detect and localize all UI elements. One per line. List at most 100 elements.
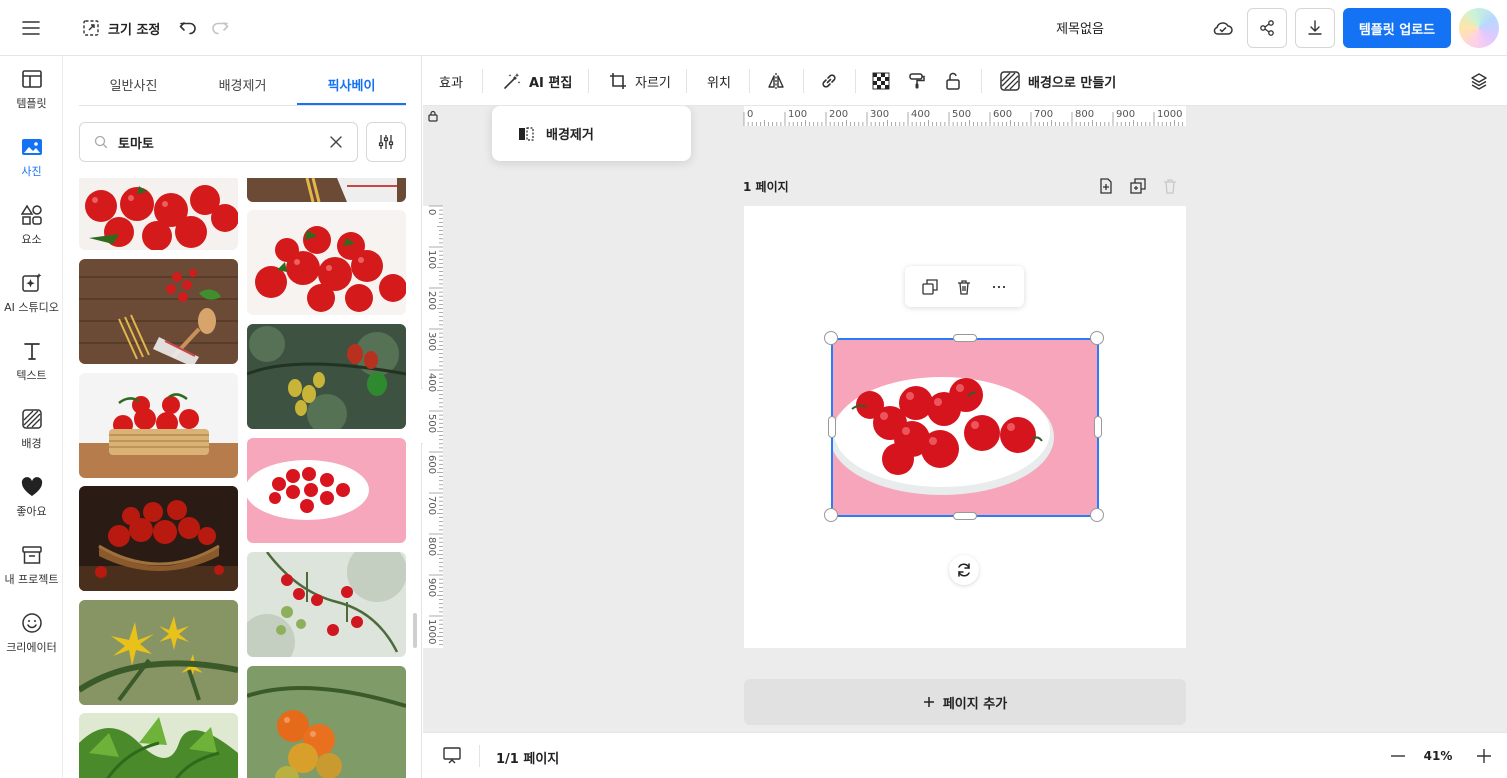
divider <box>749 69 750 93</box>
text-icon <box>21 340 43 362</box>
nav-item-likes[interactable]: 좋아요 <box>0 468 63 528</box>
photo-icon <box>21 136 43 158</box>
photo-thumbnail[interactable] <box>247 438 406 543</box>
nav-item-creator[interactable]: 크리에이터 <box>0 604 63 664</box>
ruler-vertical-svg: 0 100 200 300 400 500 600 700 800 900 1000 <box>423 205 443 648</box>
more-icon[interactable] <box>986 274 1012 300</box>
zoom-in-icon[interactable] <box>1473 745 1495 767</box>
duplicate-page-icon[interactable] <box>1128 176 1148 196</box>
remove-background-option[interactable]: 배경제거 <box>492 106 691 161</box>
filter-button[interactable] <box>366 122 406 162</box>
presentation-icon[interactable] <box>441 745 463 767</box>
make-background-button[interactable]: 배경으로 만들기 <box>1000 56 1116 106</box>
document-title[interactable]: 제목없음 <box>1040 18 1120 37</box>
redo-icon[interactable] <box>208 16 232 40</box>
tab-pixabay[interactable]: 픽사베이 <box>297 70 406 105</box>
ruler-tick-label: 1000 <box>1157 109 1182 120</box>
edit-toolbar: 효과 AI 편집 자르기 위치 배경으로 만들기 <box>423 56 1507 106</box>
delete-page-icon[interactable] <box>1160 176 1180 196</box>
effect-button[interactable]: 효과 <box>439 56 463 106</box>
add-page-button[interactable]: 페이지 추가 <box>744 679 1186 725</box>
search-input[interactable] <box>118 134 327 150</box>
nav-item-template[interactable]: 템플릿 <box>0 60 63 120</box>
ruler-vertical: 0 100 200 300 400 500 600 700 800 900 1000 <box>423 126 443 732</box>
rotate-handle[interactable] <box>949 555 979 585</box>
unlock-icon[interactable] <box>944 56 962 106</box>
link-icon[interactable] <box>820 56 838 106</box>
search-icon <box>94 135 108 149</box>
ruler-tick-label: 100 <box>426 250 437 269</box>
background-pattern-icon <box>1000 71 1020 91</box>
photo-thumbnail[interactable] <box>79 600 238 705</box>
tab-general-photo[interactable]: 일반사진 <box>79 70 188 105</box>
search-box <box>79 122 358 162</box>
elements-icon <box>20 204 43 226</box>
zoom-level[interactable]: 41% <box>1413 749 1463 763</box>
ruler-tick-label: 500 <box>952 109 971 120</box>
resize-handle-bottom[interactable] <box>953 512 977 520</box>
ruler-lock-icon[interactable] <box>423 106 443 126</box>
resize-handle-top[interactable] <box>953 334 977 342</box>
ai-edit-button[interactable]: AI 편집 <box>503 56 572 106</box>
resize-handle-left[interactable] <box>828 416 836 438</box>
resize-handle-right[interactable] <box>1094 416 1102 438</box>
photo-thumbnail[interactable] <box>79 373 238 478</box>
undo-icon[interactable] <box>176 16 200 40</box>
photo-thumbnail[interactable] <box>247 178 406 202</box>
paint-roller-icon[interactable] <box>908 56 926 106</box>
nav-item-background[interactable]: 배경 <box>0 400 63 460</box>
panel-scrollbar[interactable] <box>413 613 417 648</box>
nav-item-elements[interactable]: 요소 <box>0 196 63 256</box>
layers-icon[interactable] <box>1470 56 1488 106</box>
ruler-tick-label: 500 <box>426 414 437 433</box>
position-button[interactable]: 위치 <box>707 56 731 106</box>
zoom-out-icon[interactable] <box>1387 745 1409 767</box>
clear-icon[interactable] <box>327 133 345 151</box>
resize-handle-top-right[interactable] <box>1090 331 1104 345</box>
duplicate-icon[interactable] <box>917 274 943 300</box>
tab-remove-background[interactable]: 배경제거 <box>188 70 297 105</box>
nav-item-ai-studio[interactable]: AI 스튜디오 <box>0 264 63 324</box>
ruler-tick-label: 800 <box>1075 109 1094 120</box>
ruler-tick-label: 100 <box>788 109 807 120</box>
photo-thumbnail[interactable] <box>79 178 238 250</box>
crop-icon <box>609 72 627 90</box>
transparency-icon[interactable] <box>872 56 890 106</box>
ruler-tick-label: 200 <box>426 291 437 310</box>
nav-label: 좋아요 <box>16 505 47 518</box>
resize-button[interactable]: 크기 조정 <box>82 16 160 40</box>
photo-thumbnail[interactable] <box>247 210 406 315</box>
menu-icon[interactable] <box>18 16 44 40</box>
photo-thumbnail[interactable] <box>247 666 406 778</box>
canvas-area[interactable]: 0 100 200 300 400 500 600 700 800 900 1000 0 100 200… <box>423 106 1507 732</box>
ai-studio-icon <box>21 272 43 294</box>
trash-icon[interactable] <box>951 274 977 300</box>
ruler-tick-label: 600 <box>993 109 1012 120</box>
nav-item-photo[interactable]: 사진 <box>0 128 63 188</box>
ruler-tick-label: 0 <box>747 109 753 120</box>
template-upload-button[interactable]: 템플릿 업로드 <box>1343 8 1451 48</box>
avatar[interactable] <box>1459 8 1499 48</box>
nav-item-my-projects[interactable]: 내 프로젝트 <box>0 536 63 596</box>
resize-handle-bottom-left[interactable] <box>824 508 838 522</box>
flip-icon[interactable] <box>767 56 785 106</box>
photo-thumbnail[interactable] <box>247 324 406 429</box>
ruler-tick-label: 200 <box>829 109 848 120</box>
nav-item-text[interactable]: 텍스트 <box>0 332 63 392</box>
cloud-save-icon[interactable] <box>1210 16 1236 40</box>
bottom-bar: 1/1 페이지 41% <box>423 732 1507 778</box>
resize-handle-top-left[interactable] <box>824 331 838 345</box>
photo-thumbnail[interactable] <box>79 713 238 778</box>
ruler-tick-label: 1000 <box>426 619 437 644</box>
download-button[interactable] <box>1295 8 1335 48</box>
ruler-tick-label: 700 <box>426 496 437 515</box>
divider <box>686 69 687 93</box>
photo-thumbnail[interactable] <box>79 486 238 591</box>
divider <box>855 69 856 93</box>
photo-thumbnail[interactable] <box>79 259 238 364</box>
photo-thumbnail[interactable] <box>247 552 406 657</box>
crop-button[interactable]: 자르기 <box>609 56 671 106</box>
share-button[interactable] <box>1247 8 1287 48</box>
add-page-icon[interactable] <box>1096 176 1116 196</box>
resize-handle-bottom-right[interactable] <box>1090 508 1104 522</box>
